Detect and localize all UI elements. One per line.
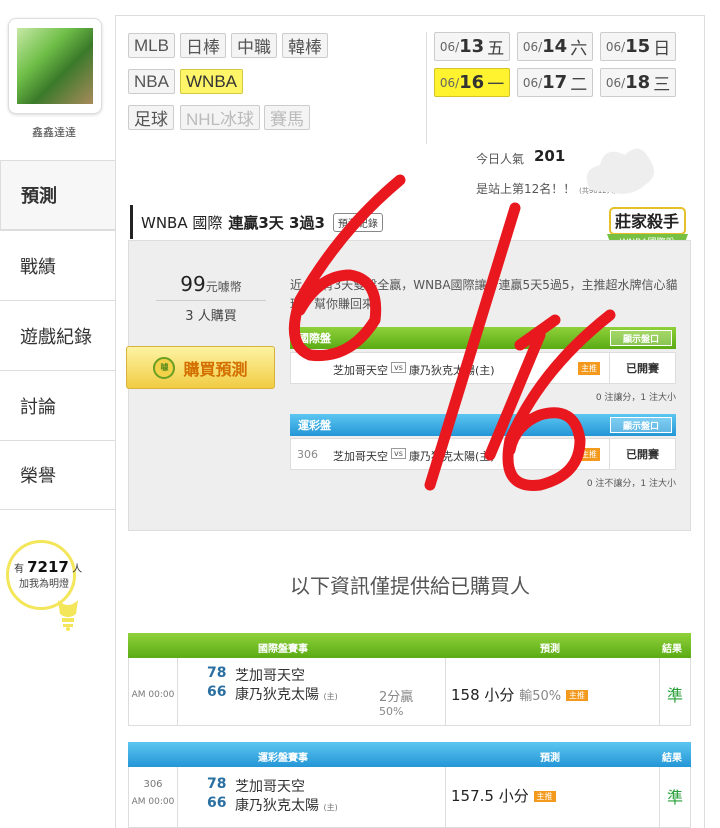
- lottery-table-row: 306 芝加哥天空 vs 康乃狄克太陽(主) 主推 已開賽: [290, 438, 676, 470]
- date-tab-0613[interactable]: 06/13 五: [434, 32, 510, 61]
- sidebar-item-honors[interactable]: 榮譽: [0, 440, 115, 510]
- price: 99元噱幣: [180, 272, 242, 296]
- league-tab-mlb[interactable]: MLB: [128, 33, 175, 58]
- username[interactable]: 鑫鑫達達: [0, 124, 108, 140]
- sidebar: 鑫鑫達達 預測 戰績 遊戲紀錄 討論 榮譽 有 7217 人 加我為明燈: [0, 0, 115, 828]
- show-odds-button[interactable]: 顯示盤口: [610, 417, 672, 433]
- league-tab-horse-racing: 賽馬: [264, 105, 310, 130]
- date-tab-0616[interactable]: 06/16 一: [434, 68, 510, 97]
- divider: [426, 32, 427, 144]
- popularity-value: 201: [534, 147, 566, 165]
- buy-prediction-button[interactable]: 噱 購買預測: [126, 346, 275, 389]
- popularity-label: 今日人氣: [476, 152, 525, 166]
- league-tab-kbo[interactable]: 韓棒: [282, 33, 328, 58]
- prediction-description: 近4日有3天雙盤全贏，WNBA國際讓分連贏5天5過5，主推超水牌信心貓球，幫你賺…: [290, 278, 678, 311]
- sidebar-item-discussion[interactable]: 討論: [0, 370, 115, 440]
- date-tab-0618[interactable]: 06/18 三: [600, 68, 676, 97]
- result-hit: 準: [667, 788, 684, 807]
- svg-text:莊家殺手: 莊家殺手: [615, 212, 679, 231]
- league-tab-nhl: NHL冰球: [180, 105, 261, 130]
- lottery-result-row: 306 AM 00:00 78 芝加哥天空 66 康乃狄克太陽 (主) 157.…: [128, 767, 691, 828]
- prediction-league: WNBA 國際: [141, 213, 223, 232]
- intl-results-header: 國際盤賽事 預測 結果: [128, 633, 691, 658]
- prediction-streak: 連贏3天 3過3: [228, 213, 325, 232]
- league-tab-npb[interactable]: 日棒: [180, 33, 226, 58]
- sidebar-item-game-history[interactable]: 遊戲紀錄: [0, 300, 115, 370]
- follow-lamp[interactable]: 有 7217 人 加我為明燈: [6, 540, 82, 636]
- league-tab-soccer[interactable]: 足球: [128, 105, 174, 130]
- mascot-icon: [586, 148, 654, 194]
- price-box: 99元噱幣 3 人購買: [150, 272, 272, 330]
- buyer-count: 3 人購買: [185, 309, 237, 324]
- league-tab-nba[interactable]: NBA: [128, 69, 175, 94]
- result-hit: 準: [667, 686, 684, 705]
- intl-table-row: 芝加哥天空 vs 康乃狄克太陽(主) 主推 已開賽: [290, 352, 676, 384]
- intl-table-footer: 0 注讓分，1 注大小: [595, 393, 676, 403]
- date-tab-0614[interactable]: 06/14 六: [517, 32, 593, 61]
- prediction-history-button[interactable]: 預測紀錄: [332, 212, 383, 232]
- date-tab-0615[interactable]: 06/15 日: [600, 32, 676, 61]
- avatar-frame[interactable]: [8, 18, 102, 114]
- game-status: 已開賽: [609, 353, 675, 383]
- avatar[interactable]: [17, 28, 93, 104]
- buyers-only-note: 以下資訊僅提供給已購買人: [290, 574, 530, 598]
- date-tab-0617[interactable]: 06/17 二: [517, 68, 593, 97]
- league-tab-wnba[interactable]: WNBA: [180, 69, 243, 94]
- lamp-caption[interactable]: 加我為明燈: [6, 575, 82, 590]
- main-pick-badge: 主推: [578, 448, 600, 461]
- league-tab-cpbl[interactable]: 中職: [231, 33, 277, 58]
- sidebar-item-record[interactable]: 戰績: [0, 230, 115, 300]
- main-pick-badge: 主推: [578, 362, 600, 375]
- sidebar-item-predictions[interactable]: 預測: [0, 160, 115, 230]
- lamp-count: 有 7217 人: [13, 558, 83, 576]
- intl-table-header: 國際盤 顯示盤口: [290, 327, 676, 349]
- game-status: 已開賽: [609, 439, 675, 469]
- lottery-results-header: 運彩盤賽事 預測 結果: [128, 742, 691, 767]
- intl-result-row: AM 00:00 78 芝加哥天空 66 康乃狄克太陽 (主) 2分贏 50% …: [128, 658, 691, 726]
- lottery-table-header: 運彩盤 顯示盤口: [290, 414, 676, 436]
- coin-icon: 噱: [153, 356, 176, 379]
- light-bulb-icon: [58, 600, 78, 631]
- show-odds-button[interactable]: 顯示盤口: [610, 330, 672, 346]
- lottery-table-footer: 0 注不讓分，1 注大小: [586, 479, 676, 489]
